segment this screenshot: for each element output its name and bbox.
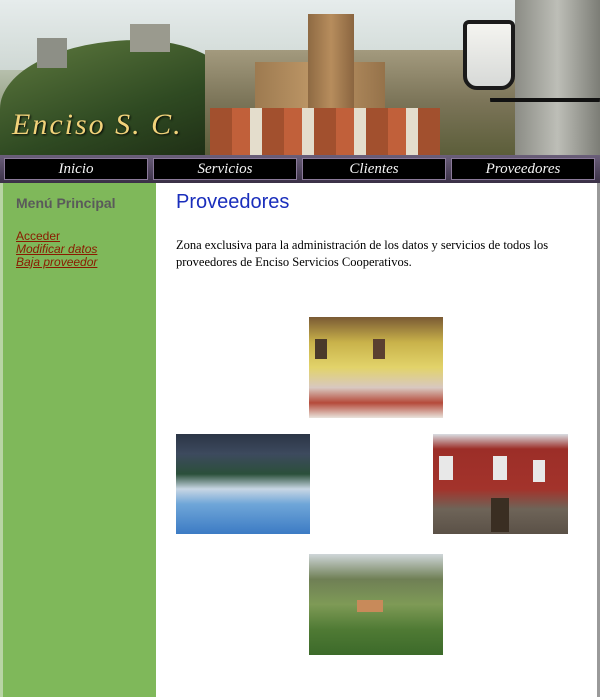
door-shape [491,498,509,532]
painting-shape [315,339,327,359]
page-title: Proveedores [176,191,290,213]
village-roofs-image [210,108,440,155]
sidebar-link-modificar-datos[interactable]: Modificar datos [16,242,97,256]
nav-item-clientes[interactable]: Clientes [302,158,446,180]
sidebar-title: Menú Principal [16,195,116,211]
intro-text: Zona exclusiva para la administración de… [176,238,549,269]
street-lamp-icon [463,20,515,90]
church-tower-image [308,14,354,114]
painting-shape [373,339,385,359]
building-photo [433,434,568,534]
site-logo: Enciso S. C. [12,108,183,141]
lamp-bracket-icon [490,98,600,124]
window-shape [493,456,507,480]
restaurant-photo [309,317,443,418]
nav-item-inicio[interactable]: Inicio [4,158,148,180]
sidebar-link-baja-proveedor[interactable]: Baja proveedor [16,255,97,269]
window-shape [439,456,453,480]
window-shape [533,460,545,482]
pool-photo [176,434,310,534]
house-shape [357,600,383,612]
nav-item-proveedores[interactable]: Proveedores [451,158,595,180]
valley-photo [309,554,443,655]
stone-wall-image [515,0,600,155]
nav-item-servicios[interactable]: Servicios [153,158,297,180]
castle-ruin-image [130,24,170,52]
sidebar-link-acceder[interactable]: Acceder [16,229,60,243]
castle-ruin-image [37,38,67,68]
